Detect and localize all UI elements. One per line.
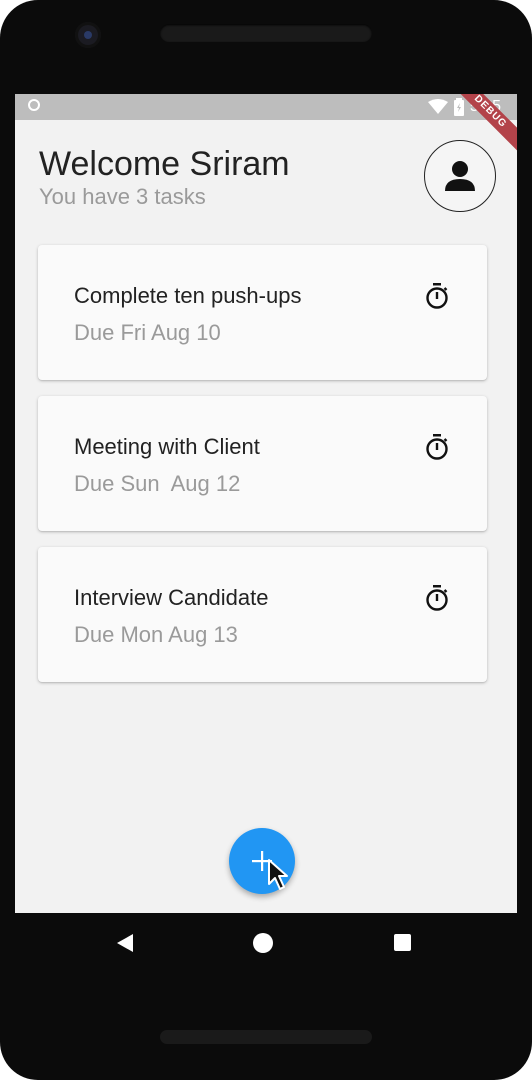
timer-icon[interactable] [425,434,449,460]
task-title: Meeting with Client [74,434,260,459]
task-due-date: Due Sun Aug 12 [74,471,241,496]
task-title: Complete ten push-ups [74,283,302,308]
person-icon [445,161,475,191]
recent-apps-icon[interactable] [394,934,411,951]
timer-icon[interactable] [425,585,449,611]
task-card[interactable]: Meeting with Client Due Sun Aug 12 [38,396,487,531]
task-card[interactable]: Interview Candidate Due Mon Aug 13 [38,547,487,682]
front-camera [75,22,101,48]
top-speaker [160,24,372,42]
status-bar: 5:05 DEBUG [15,94,517,157]
circle-notification-icon [28,99,40,111]
battery-icon [453,98,464,116]
wifi-icon [427,99,448,114]
app-screen: 5:05 DEBUG Welcome Sriram You have 3 tas… [15,94,517,913]
task-due-date: Due Mon Aug 13 [74,622,238,647]
system-nav-bar [0,913,532,973]
task-count-subtitle: You have 3 tasks [39,184,206,209]
task-card[interactable]: Complete ten push-ups Due Fri Aug 10 [38,245,487,380]
page-title: Welcome Sriram [39,145,290,183]
phone-frame: 5:05 DEBUG Welcome Sriram You have 3 tas… [0,0,532,1080]
task-title: Interview Candidate [74,585,269,610]
back-icon[interactable] [115,933,135,953]
welcome-header: Welcome Sriram You have 3 tasks [39,144,290,210]
timer-icon[interactable] [425,283,449,309]
home-icon[interactable] [253,933,273,953]
mouse-cursor-icon [268,859,288,890]
profile-avatar-button[interactable] [424,140,496,212]
bottom-speaker [160,1030,372,1044]
task-due-date: Due Fri Aug 10 [74,320,221,345]
